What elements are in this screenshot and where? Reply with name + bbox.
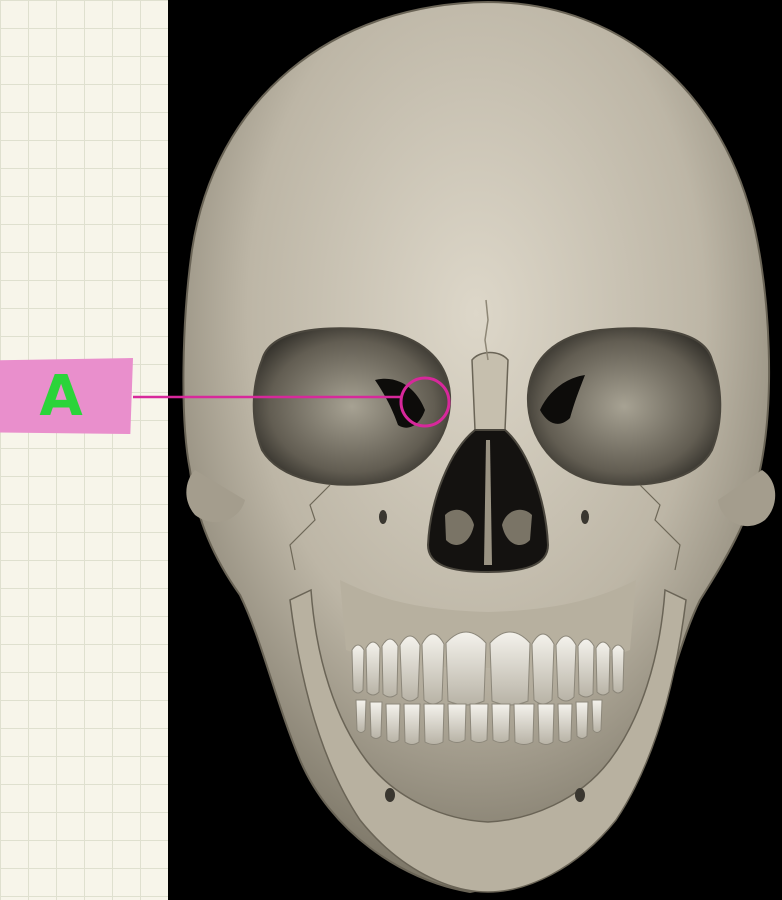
- label-text: A: [39, 364, 83, 429]
- left-infraorbital-foramen: [379, 510, 387, 524]
- right-infraorbital-foramen: [581, 510, 589, 524]
- right-mental-foramen: [575, 788, 585, 802]
- left-mental-foramen: [385, 788, 395, 802]
- skull-illustration: [133, 0, 776, 894]
- lower-teeth: [355, 699, 603, 745]
- nasal-bones: [471, 351, 509, 431]
